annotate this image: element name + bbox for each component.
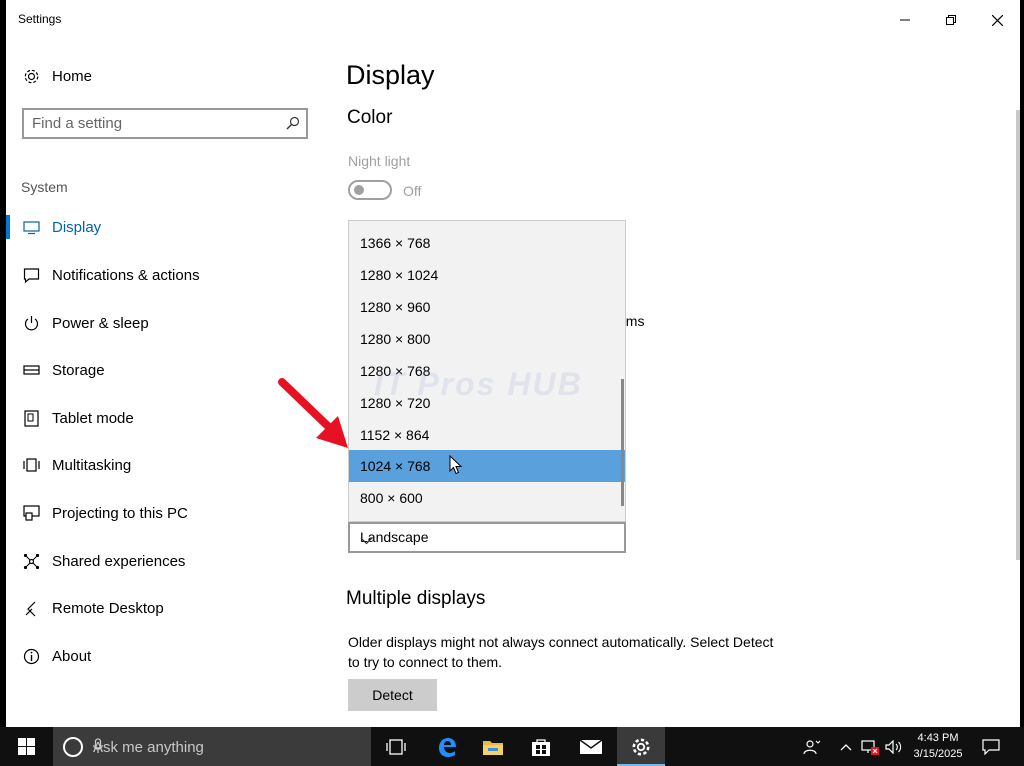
sidebar-item-label: Power & sleep: [52, 314, 149, 332]
resolution-option-selected[interactable]: 1024 × 768: [349, 450, 625, 482]
chevron-down-icon: [360, 532, 616, 548]
sidebar-item-about[interactable]: About: [6, 636, 326, 676]
people-button[interactable]: [798, 727, 826, 766]
settings-gear-icon: [632, 738, 650, 755]
sidebar-item-home[interactable]: Home: [6, 56, 326, 96]
task-view-button[interactable]: [373, 727, 419, 766]
orientation-select[interactable]: Landscape: [348, 522, 626, 553]
sidebar-item-label: Storage: [52, 361, 105, 379]
taskbar-store[interactable]: [518, 727, 564, 766]
multiple-displays-description: Older displays might not always connect …: [348, 634, 774, 670]
close-button[interactable]: [974, 0, 1020, 40]
night-light-toggle[interactable]: [348, 180, 392, 200]
settings-window: Settings Home System D: [6, 0, 1020, 727]
clock-date: 3/15/2025: [913, 748, 963, 760]
chevron-up-icon: [840, 743, 852, 750]
mouse-cursor-icon: [449, 455, 463, 475]
remote-icon: [21, 598, 41, 618]
storage-icon: [21, 360, 41, 380]
message-icon: [21, 265, 41, 285]
section-label-system: System: [21, 179, 68, 195]
sidebar-item-remote[interactable]: Remote Desktop: [6, 588, 326, 628]
close-icon: [991, 14, 1003, 26]
notification-icon: [982, 738, 1000, 755]
microphone-icon[interactable]: [93, 738, 359, 758]
window-title: Settings: [18, 12, 62, 26]
start-button[interactable]: [0, 727, 53, 766]
multitasking-icon: [21, 455, 41, 475]
sidebar-item-label: Shared experiences: [52, 552, 186, 570]
night-light-label: Night light: [348, 153, 411, 169]
sidebar-item-label: Multitasking: [52, 456, 132, 474]
sidebar-item-notifications[interactable]: Notifications & actions: [6, 255, 326, 295]
restore-icon: [946, 15, 956, 25]
task-view-icon: [386, 738, 406, 755]
resolution-option[interactable]: 1280 × 800: [349, 323, 625, 355]
store-icon: [532, 738, 550, 756]
folder-icon: [483, 740, 503, 755]
sidebar-item-label: Remote Desktop: [52, 599, 164, 617]
sidebar-item-label: Tablet mode: [52, 409, 134, 427]
main-scrollbar[interactable]: [1016, 110, 1020, 560]
gear-icon: [21, 66, 41, 86]
power-icon: [21, 313, 41, 333]
resolution-option[interactable]: 800 × 600: [349, 482, 625, 514]
search-icon: [286, 116, 300, 135]
dropdown-scrollbar[interactable]: [621, 379, 624, 506]
network-disconnected-icon: [861, 739, 879, 755]
search-input[interactable]: [32, 113, 272, 134]
cortana-icon: [63, 737, 83, 757]
minimize-icon: [900, 19, 910, 21]
sidebar-item-label: Display: [52, 218, 102, 236]
mail-icon: [579, 738, 603, 754]
clock-time: 4:43 PM: [917, 732, 959, 744]
restore-button[interactable]: [928, 0, 974, 40]
cortana-search-box[interactable]: Ask me anything: [53, 727, 371, 766]
projector-icon: [21, 503, 41, 523]
title-bar: Settings: [6, 0, 1020, 40]
share-icon: [21, 551, 41, 571]
people-icon: [803, 739, 821, 754]
tablet-icon: [21, 408, 41, 428]
volume-button[interactable]: [883, 727, 905, 766]
taskbar-settings[interactable]: [617, 727, 665, 766]
toggle-knob: [354, 185, 364, 195]
edge-browser-icon: [439, 737, 456, 757]
sidebar-item-label: Projecting to this PC: [52, 504, 188, 522]
sidebar-item-power[interactable]: Power & sleep: [6, 303, 326, 343]
taskbar-file-explorer[interactable]: [470, 727, 516, 766]
sidebar-item-projecting[interactable]: Projecting to this PC: [6, 493, 326, 533]
sidebar-item-label: Home: [52, 67, 93, 85]
color-heading: Color: [347, 107, 393, 128]
sidebar-item-display[interactable]: Display: [6, 207, 326, 247]
resolution-option[interactable]: 1366 × 768: [349, 227, 625, 259]
monitor-icon: [21, 217, 41, 237]
watermark: IT Pros HUB: [374, 366, 583, 402]
sidebar-item-label: About: [52, 647, 92, 665]
multiple-displays-heading: Multiple displays: [346, 588, 486, 609]
page-title: Display: [346, 60, 435, 90]
taskbar: Ask me anything 4:43 PM 3/15/2025: [0, 727, 1024, 766]
detect-button[interactable]: Detect: [348, 679, 437, 711]
resolution-option[interactable]: 1152 × 864: [349, 419, 625, 451]
speaker-icon: [885, 739, 902, 754]
show-hidden-icons-button[interactable]: [836, 727, 856, 766]
search-setting-box[interactable]: [22, 108, 308, 139]
resolution-option[interactable]: 1280 × 1024: [349, 259, 625, 291]
resolution-option[interactable]: 1280 × 960: [349, 291, 625, 323]
action-center-button[interactable]: [976, 727, 1006, 766]
network-button[interactable]: [858, 727, 882, 766]
sidebar-item-label: Notifications & actions: [52, 266, 200, 284]
main-content: Display Color Night light Off ems 1366 ×…: [326, 40, 1020, 727]
minimize-button[interactable]: [882, 0, 928, 40]
sidebar-item-shared[interactable]: Shared experiences: [6, 541, 326, 581]
taskbar-mail[interactable]: [568, 727, 614, 766]
night-light-state: Off: [403, 183, 422, 199]
taskbar-edge[interactable]: [424, 727, 470, 766]
system-clock[interactable]: 4:43 PM 3/15/2025: [906, 730, 970, 762]
windows-logo-icon: [18, 738, 35, 755]
info-icon: [21, 646, 41, 666]
red-arrow-annotation: [278, 378, 348, 448]
